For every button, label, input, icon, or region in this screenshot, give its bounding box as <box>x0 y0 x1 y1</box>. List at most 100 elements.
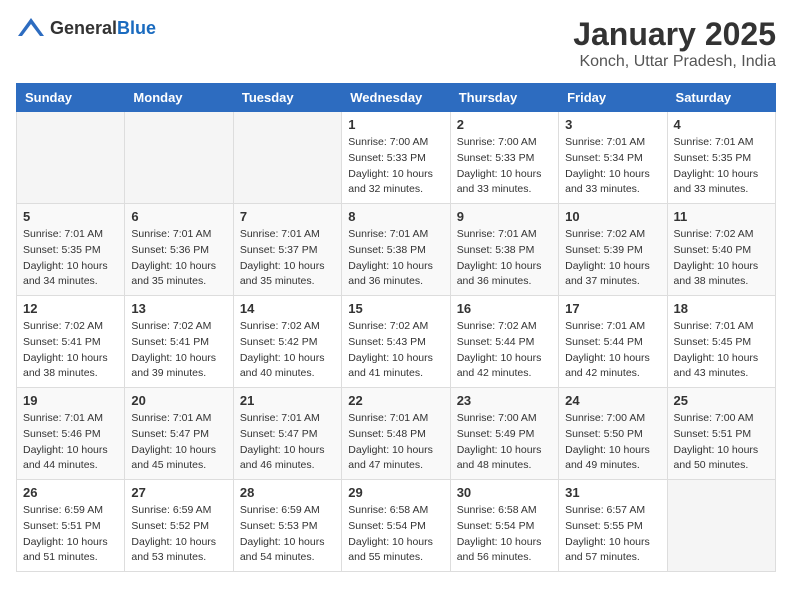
day-number: 31 <box>565 485 660 500</box>
day-info: Sunrise: 7:01 AM Sunset: 5:38 PM Dayligh… <box>348 227 443 290</box>
table-row: 9 Sunrise: 7:01 AM Sunset: 5:38 PM Daylig… <box>450 204 558 296</box>
day-number: 24 <box>565 393 660 408</box>
day-info: Sunrise: 7:02 AM Sunset: 5:42 PM Dayligh… <box>240 319 335 382</box>
day-info: Sunrise: 7:00 AM Sunset: 5:51 PM Dayligh… <box>674 411 769 474</box>
calendar-week-row: 26 Sunrise: 6:59 AM Sunset: 5:51 PM Dayli… <box>17 480 776 572</box>
table-row: 28 Sunrise: 6:59 AM Sunset: 5:53 PM Dayli… <box>233 480 341 572</box>
col-wednesday: Wednesday <box>342 84 450 112</box>
table-row: 22Sunrise: 7:01 AM Sunset: 5:48 PM Dayli… <box>342 388 450 480</box>
day-number: 28 <box>240 485 335 500</box>
day-info: Sunrise: 6:58 AM Sunset: 5:54 PM Dayligh… <box>348 503 443 566</box>
table-row: 8 Sunrise: 7:01 AM Sunset: 5:38 PM Daylig… <box>342 204 450 296</box>
table-row: 4Sunrise: 7:01 AM Sunset: 5:35 PM Daylig… <box>667 112 775 204</box>
table-row: 23 Sunrise: 7:00 AM Sunset: 5:49 PM Dayli… <box>450 388 558 480</box>
day-number: 10 <box>565 209 660 224</box>
day-number: 27 <box>131 485 226 500</box>
logo-icon <box>16 16 46 40</box>
table-row: 18 Sunrise: 7:01 AM Sunset: 5:45 PM Dayli… <box>667 296 775 388</box>
day-number: 30 <box>457 485 552 500</box>
day-info: Sunrise: 7:01 AM Sunset: 5:47 PM Dayligh… <box>131 411 226 474</box>
table-row: 27 Sunrise: 6:59 AM Sunset: 5:52 PM Dayli… <box>125 480 233 572</box>
calendar-week-row: 19Sunrise: 7:01 AM Sunset: 5:46 PM Dayli… <box>17 388 776 480</box>
day-number: 15 <box>348 301 443 316</box>
calendar-title: January 2025 <box>573 16 776 53</box>
table-row: 11 Sunrise: 7:02 AM Sunset: 5:40 PM Dayli… <box>667 204 775 296</box>
day-info: Sunrise: 7:01 AM Sunset: 5:35 PM Dayligh… <box>674 135 769 198</box>
day-info: Sunrise: 7:00 AM Sunset: 5:33 PM Dayligh… <box>348 135 443 198</box>
calendar-week-row: 5 Sunrise: 7:01 AM Sunset: 5:35 PM Daylig… <box>17 204 776 296</box>
table-row: 20 Sunrise: 7:01 AM Sunset: 5:47 PM Dayli… <box>125 388 233 480</box>
day-number: 5 <box>23 209 118 224</box>
table-row: 16Sunrise: 7:02 AM Sunset: 5:44 PM Dayli… <box>450 296 558 388</box>
day-info: Sunrise: 7:02 AM Sunset: 5:43 PM Dayligh… <box>348 319 443 382</box>
table-row: 19Sunrise: 7:01 AM Sunset: 5:46 PM Dayli… <box>17 388 125 480</box>
day-info: Sunrise: 7:01 AM Sunset: 5:45 PM Dayligh… <box>674 319 769 382</box>
title-block: January 2025 Konch, Uttar Pradesh, India <box>573 16 776 71</box>
day-number: 12 <box>23 301 118 316</box>
day-info: Sunrise: 7:00 AM Sunset: 5:49 PM Dayligh… <box>457 411 552 474</box>
day-number: 16 <box>457 301 552 316</box>
day-number: 2 <box>457 117 552 132</box>
day-info: Sunrise: 7:00 AM Sunset: 5:33 PM Dayligh… <box>457 135 552 198</box>
table-row: 26 Sunrise: 6:59 AM Sunset: 5:51 PM Dayli… <box>17 480 125 572</box>
day-number: 3 <box>565 117 660 132</box>
col-thursday: Thursday <box>450 84 558 112</box>
table-row: 15 Sunrise: 7:02 AM Sunset: 5:43 PM Dayli… <box>342 296 450 388</box>
col-saturday: Saturday <box>667 84 775 112</box>
day-info: Sunrise: 6:57 AM Sunset: 5:55 PM Dayligh… <box>565 503 660 566</box>
day-info: Sunrise: 6:59 AM Sunset: 5:52 PM Dayligh… <box>131 503 226 566</box>
day-info: Sunrise: 7:00 AM Sunset: 5:50 PM Dayligh… <box>565 411 660 474</box>
day-info: Sunrise: 7:02 AM Sunset: 5:41 PM Dayligh… <box>23 319 118 382</box>
day-number: 23 <box>457 393 552 408</box>
day-number: 11 <box>674 209 769 224</box>
table-row: 7 Sunrise: 7:01 AM Sunset: 5:37 PM Daylig… <box>233 204 341 296</box>
day-info: Sunrise: 6:59 AM Sunset: 5:51 PM Dayligh… <box>23 503 118 566</box>
day-number: 19 <box>23 393 118 408</box>
day-number: 9 <box>457 209 552 224</box>
day-info: Sunrise: 7:01 AM Sunset: 5:35 PM Dayligh… <box>23 227 118 290</box>
day-info: Sunrise: 7:01 AM Sunset: 5:38 PM Dayligh… <box>457 227 552 290</box>
table-row: 14Sunrise: 7:02 AM Sunset: 5:42 PM Dayli… <box>233 296 341 388</box>
table-row <box>17 112 125 204</box>
day-number: 13 <box>131 301 226 316</box>
day-info: Sunrise: 7:02 AM Sunset: 5:40 PM Dayligh… <box>674 227 769 290</box>
table-row: 29 Sunrise: 6:58 AM Sunset: 5:54 PM Dayli… <box>342 480 450 572</box>
table-row: 5 Sunrise: 7:01 AM Sunset: 5:35 PM Daylig… <box>17 204 125 296</box>
table-row: 30 Sunrise: 6:58 AM Sunset: 5:54 PM Dayli… <box>450 480 558 572</box>
col-friday: Friday <box>559 84 667 112</box>
day-number: 6 <box>131 209 226 224</box>
calendar-week-row: 12 Sunrise: 7:02 AM Sunset: 5:41 PM Dayli… <box>17 296 776 388</box>
day-number: 21 <box>240 393 335 408</box>
logo-general-text: General <box>50 18 117 38</box>
col-sunday: Sunday <box>17 84 125 112</box>
table-row: 21 Sunrise: 7:01 AM Sunset: 5:47 PM Dayli… <box>233 388 341 480</box>
col-tuesday: Tuesday <box>233 84 341 112</box>
day-info: Sunrise: 7:01 AM Sunset: 5:47 PM Dayligh… <box>240 411 335 474</box>
calendar-week-row: 1 Sunrise: 7:00 AM Sunset: 5:33 PM Daylig… <box>17 112 776 204</box>
col-monday: Monday <box>125 84 233 112</box>
table-row <box>667 480 775 572</box>
day-number: 7 <box>240 209 335 224</box>
table-row: 25 Sunrise: 7:00 AM Sunset: 5:51 PM Dayli… <box>667 388 775 480</box>
day-number: 26 <box>23 485 118 500</box>
table-row: 2 Sunrise: 7:00 AM Sunset: 5:33 PM Daylig… <box>450 112 558 204</box>
day-info: Sunrise: 6:58 AM Sunset: 5:54 PM Dayligh… <box>457 503 552 566</box>
day-number: 8 <box>348 209 443 224</box>
day-number: 29 <box>348 485 443 500</box>
table-row: 12 Sunrise: 7:02 AM Sunset: 5:41 PM Dayli… <box>17 296 125 388</box>
table-row <box>125 112 233 204</box>
day-number: 25 <box>674 393 769 408</box>
day-info: Sunrise: 6:59 AM Sunset: 5:53 PM Dayligh… <box>240 503 335 566</box>
logo-blue-text: Blue <box>117 18 156 38</box>
day-number: 1 <box>348 117 443 132</box>
page-header: GeneralBlue January 2025 Konch, Uttar Pr… <box>16 16 776 71</box>
day-number: 18 <box>674 301 769 316</box>
table-row: 24 Sunrise: 7:00 AM Sunset: 5:50 PM Dayli… <box>559 388 667 480</box>
day-info: Sunrise: 7:01 AM Sunset: 5:37 PM Dayligh… <box>240 227 335 290</box>
day-number: 20 <box>131 393 226 408</box>
calendar-table: Sunday Monday Tuesday Wednesday Thursday… <box>16 83 776 572</box>
calendar-header-row: Sunday Monday Tuesday Wednesday Thursday… <box>17 84 776 112</box>
day-info: Sunrise: 7:02 AM Sunset: 5:41 PM Dayligh… <box>131 319 226 382</box>
day-info: Sunrise: 7:01 AM Sunset: 5:44 PM Dayligh… <box>565 319 660 382</box>
day-info: Sunrise: 7:01 AM Sunset: 5:34 PM Dayligh… <box>565 135 660 198</box>
